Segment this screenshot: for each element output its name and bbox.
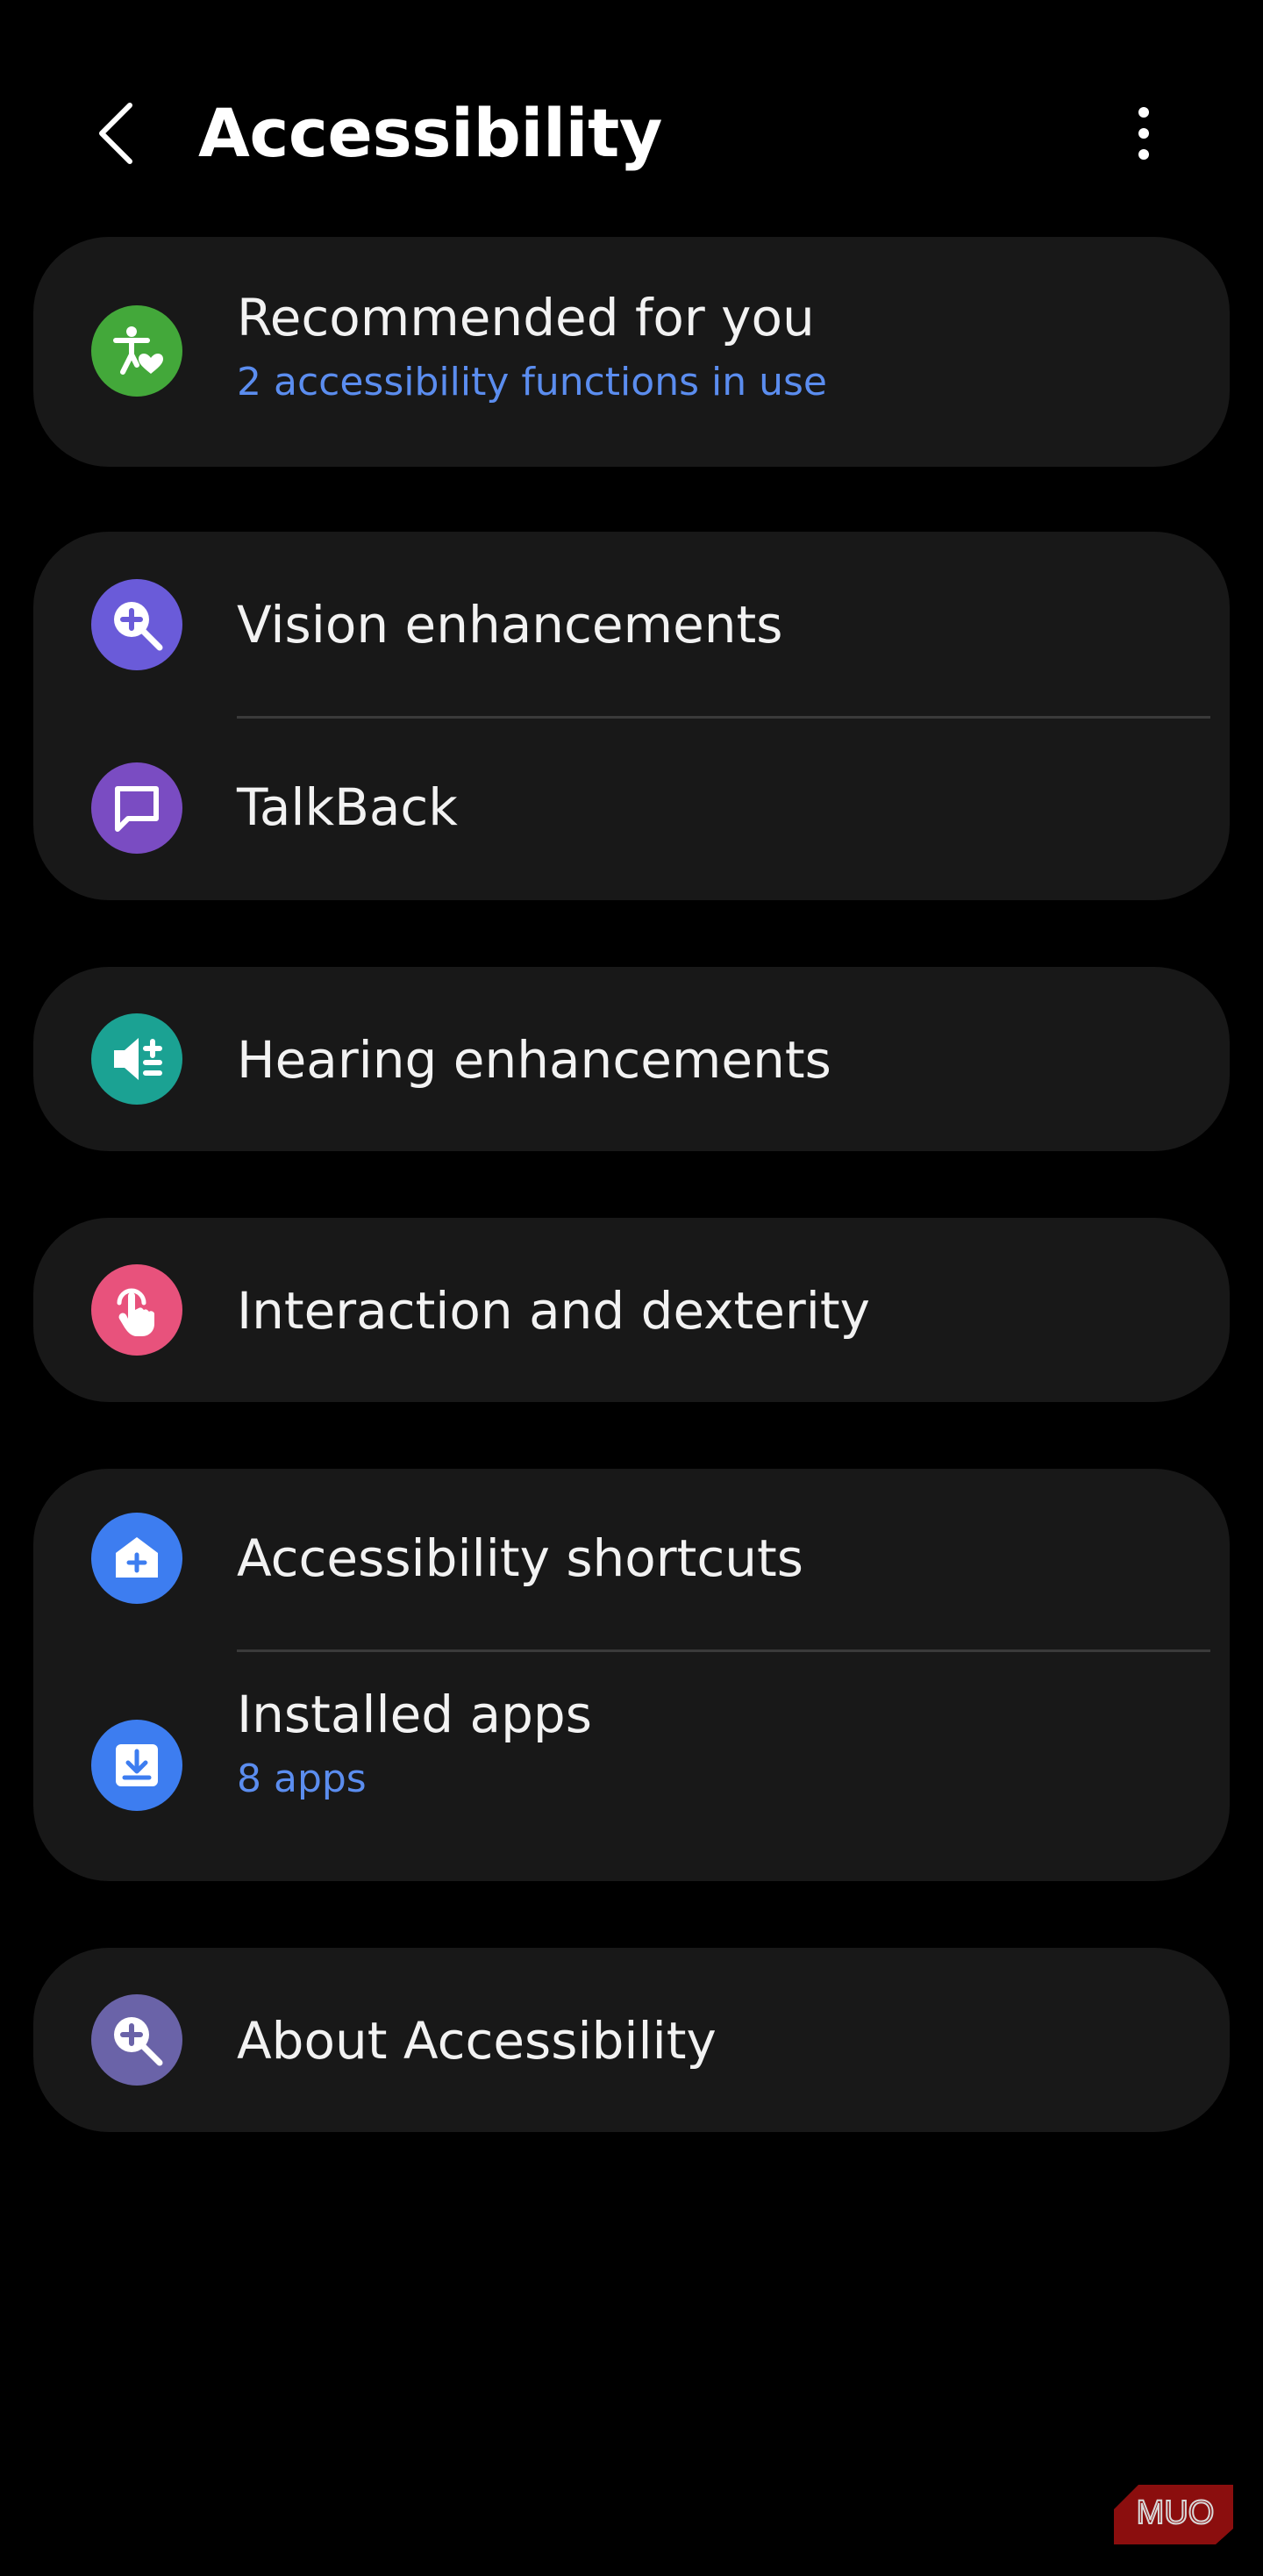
list-item-recommended[interactable]: Recommended for you 2 accessibility func…	[33, 237, 1230, 467]
card-shortcuts-installed: Accessibility shortcuts Installed apps 8…	[33, 1469, 1230, 1881]
list-item-label: About Accessibility	[237, 2011, 717, 2071]
recommended-icon-badge	[91, 305, 182, 397]
list-item-label: TalkBack	[237, 777, 458, 837]
list-item-label: Recommended for you	[237, 288, 815, 347]
card-vision-talkback: Vision enhancements TalkBack	[33, 532, 1230, 900]
list-item-installed-apps[interactable]: Installed apps 8 apps	[33, 1653, 1230, 1881]
zoom-info-icon	[114, 2017, 163, 2066]
back-button[interactable]	[84, 97, 147, 170]
page-title: Accessibility	[198, 94, 662, 172]
card-interaction: Interaction and dexterity	[33, 1218, 1230, 1402]
list-item-shortcuts[interactable]: Accessibility shortcuts	[33, 1469, 1230, 1653]
more-vertical-icon	[1138, 107, 1149, 160]
accessibility-heart-icon	[113, 326, 163, 375]
list-item-label: Vision enhancements	[237, 595, 783, 655]
list-item-subtitle: 8 apps	[237, 1757, 367, 1801]
shortcuts-icon-badge	[91, 1513, 182, 1604]
vision-icon-badge	[91, 579, 182, 670]
chat-bubble-icon	[115, 786, 159, 832]
list-item-about[interactable]: About Accessibility	[33, 1948, 1230, 2132]
list-item-interaction[interactable]: Interaction and dexterity	[33, 1218, 1230, 1402]
watermark-logo: MUO	[1112, 2483, 1235, 2546]
watermark-text: MUO	[1137, 2494, 1215, 2531]
list-item-subtitle: 2 accessibility functions in use	[237, 360, 827, 404]
divider	[237, 1649, 1210, 1652]
list-item-vision[interactable]: Vision enhancements	[33, 532, 1230, 716]
chevron-left-icon	[99, 103, 132, 164]
card-about: About Accessibility	[33, 1948, 1230, 2132]
list-item-label: Interaction and dexterity	[237, 1281, 870, 1341]
app-bar: Accessibility	[0, 79, 1263, 184]
card-hearing: Hearing enhancements	[33, 967, 1230, 1151]
interaction-icon-badge	[91, 1264, 182, 1356]
list-item-label: Hearing enhancements	[237, 1030, 831, 1090]
list-item-talkback[interactable]: TalkBack	[33, 716, 1230, 900]
download-icon	[116, 1744, 158, 1786]
touch-hand-icon	[117, 1288, 154, 1336]
card-recommended: Recommended for you 2 accessibility func…	[33, 237, 1230, 467]
talkback-icon-badge	[91, 762, 182, 854]
speaker-plus-icon	[114, 1038, 162, 1080]
more-options-button[interactable]	[1117, 91, 1170, 175]
zoom-in-icon	[114, 602, 163, 651]
installed-apps-icon-badge	[91, 1720, 182, 1811]
hearing-icon-badge	[91, 1013, 182, 1105]
shortcut-plus-icon	[116, 1537, 158, 1578]
list-item-label: Accessibility shortcuts	[237, 1528, 803, 1588]
list-item-hearing[interactable]: Hearing enhancements	[33, 967, 1230, 1151]
about-icon-badge	[91, 1994, 182, 2086]
list-item-label: Installed apps	[237, 1685, 592, 1744]
